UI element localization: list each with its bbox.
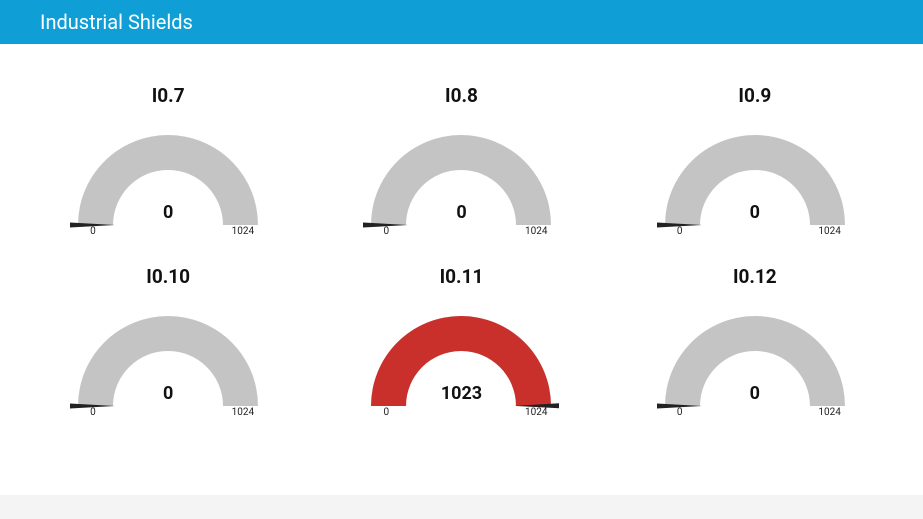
gauge-min-label: 0 [383,226,389,237]
gauge-chart: 0 0 1024 [655,125,855,235]
app-header: Industrial Shields [0,0,923,44]
gauge-value: 1023 [361,383,561,404]
gauge-grid: I0.7 0 0 1024 I0.8 0 [32,84,892,416]
app-title: Industrial Shields [40,10,193,34]
gauge-value: 0 [68,202,268,223]
gauge-min-label: 0 [383,407,389,418]
gauge-card-i0-9: I0.9 0 0 1024 [618,84,891,235]
gauge-max-label: 1024 [525,407,547,418]
gauge-chart: 0 0 1024 [361,125,561,235]
gauge-max-label: 1024 [818,226,840,237]
gauge-max-label: 1024 [525,226,547,237]
gauge-card-i0-11: I0.11 1023 0 1024 [325,265,598,416]
gauge-max-label: 1024 [818,407,840,418]
gauge-title: I0.8 [445,84,478,107]
gauge-card-i0-8: I0.8 0 0 1024 [325,84,598,235]
gauge-title: I0.7 [152,84,185,107]
gauge-max-label: 1024 [232,226,254,237]
gauge-value: 0 [655,202,855,223]
gauge-card-i0-7: I0.7 0 0 1024 [32,84,305,235]
gauge-value: 0 [361,202,561,223]
gauge-chart: 0 0 1024 [655,306,855,416]
gauge-chart: 0 0 1024 [68,306,268,416]
gauge-min-label: 0 [90,407,96,418]
gauge-title: I0.11 [440,265,484,288]
gauge-card-i0-12: I0.12 0 0 1024 [618,265,891,416]
gauge-chart: 1023 0 1024 [361,306,561,416]
gauge-min-label: 0 [677,226,683,237]
gauge-value: 0 [655,383,855,404]
gauge-min-label: 0 [677,407,683,418]
gauge-card-i0-10: I0.10 0 0 1024 [32,265,305,416]
gauge-title: I0.9 [738,84,771,107]
dashboard-panel: I0.7 0 0 1024 I0.8 0 [0,44,923,495]
gauge-min-label: 0 [90,226,96,237]
gauge-max-label: 1024 [232,407,254,418]
gauge-chart: 0 0 1024 [68,125,268,235]
gauge-value: 0 [68,383,268,404]
gauge-title: I0.10 [146,265,190,288]
gauge-title: I0.12 [733,265,777,288]
